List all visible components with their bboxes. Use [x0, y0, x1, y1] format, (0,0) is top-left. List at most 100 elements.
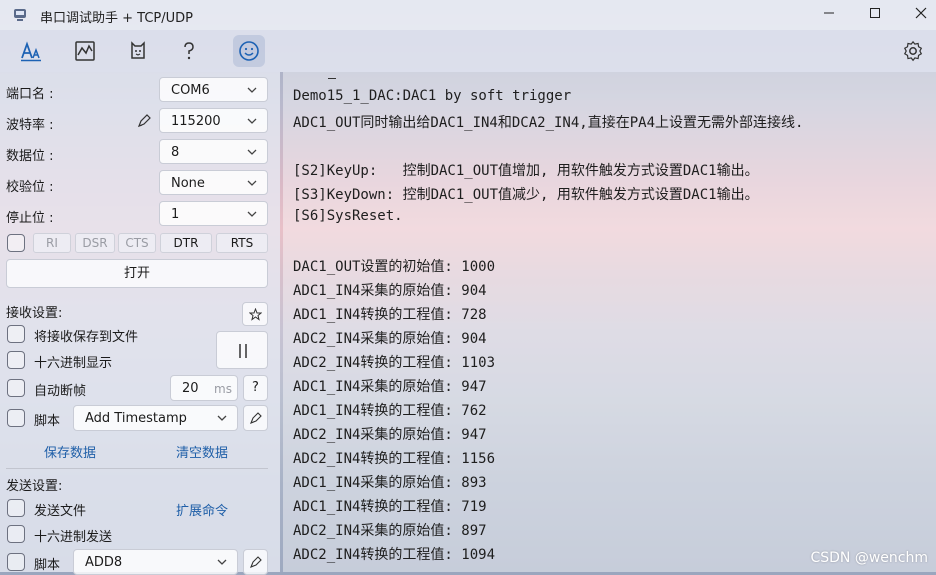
output-line: ADC1_IN4转换的工程值: 762 [293, 403, 487, 419]
chevron-down-icon [217, 415, 227, 421]
font-icon [21, 41, 41, 62]
pause-icon [239, 344, 247, 358]
window-title: 串口调试助手 + TCP/UDP [40, 11, 193, 26]
output-line: ADC2_IN4采集的原始值: 904 [293, 331, 487, 347]
dsr-indicator: DSR [75, 233, 115, 253]
open-port-button[interactable]: 打开 [6, 259, 268, 288]
output-line: ADC2_IN4转换的工程值: 1094 [293, 547, 496, 563]
receive-script-label: 脚本 [34, 414, 61, 429]
port-select[interactable]: COM6 [159, 77, 268, 102]
pet-button[interactable] [122, 35, 154, 67]
save-to-file-checkbox[interactable] [7, 325, 25, 343]
send-script-label: 脚本 [34, 558, 61, 573]
divider [6, 468, 268, 469]
send-script-checkbox[interactable] [7, 553, 25, 571]
frame-timeout-value: 20 [182, 381, 199, 396]
font-button[interactable] [15, 35, 47, 67]
maximize-button[interactable] [852, 4, 898, 26]
hex-send-checkbox[interactable] [7, 525, 25, 543]
ext-command-link[interactable]: 扩展命令 [176, 500, 228, 519]
chevron-down-icon [247, 118, 257, 124]
frame-timeout-input[interactable]: 20 ms [170, 375, 238, 401]
chart-icon [75, 41, 95, 61]
rts-button[interactable]: RTS [216, 233, 268, 253]
save-data-link[interactable]: 保存数据 [44, 442, 96, 461]
app-icon [14, 9, 26, 21]
chevron-down-icon [247, 180, 257, 186]
output-line: [S2]KeyUp: 控制DAC1_OUT值增加, 用软件触发方式设置DAC1输… [293, 163, 759, 179]
help-frame-button[interactable]: ? [243, 375, 268, 401]
stopbits-select[interactable]: 1 [159, 201, 268, 226]
title-bar: 串口调试助手 + TCP/UDP [0, 0, 936, 30]
close-button[interactable] [898, 4, 936, 26]
databits-value: 8 [171, 145, 180, 160]
settings-panel: 端口名 : COM6 波特率 : 115200 数据位 : 8 校验位 : No… [0, 72, 280, 575]
send-script-value: ADD8 [85, 555, 123, 570]
chevron-down-icon [217, 559, 227, 565]
output-line: ADC1_IN4采集的原始值: 947 [293, 379, 487, 395]
gear-icon [903, 40, 923, 62]
dog-icon [131, 41, 145, 59]
text-cursor [328, 78, 336, 79]
send-heading: 发送设置: [6, 479, 63, 494]
clear-data-link[interactable]: 清空数据 [176, 442, 228, 461]
baud-select[interactable]: 115200 [159, 108, 268, 133]
help-icon [184, 42, 194, 60]
auto-frame-checkbox[interactable] [7, 379, 25, 397]
output-line: ADC2_IN4采集的原始值: 897 [293, 523, 487, 539]
maximize-icon [870, 8, 880, 18]
output-line: Demo15_1_DAC:DAC1 by soft trigger [293, 88, 572, 104]
edit-receive-script-button[interactable] [243, 405, 268, 431]
dtr-button[interactable]: DTR [160, 233, 212, 253]
receive-script-select[interactable]: Add Timestamp [73, 405, 238, 431]
frame-timeout-unit: ms [214, 382, 232, 396]
edit-send-script-button[interactable] [243, 549, 268, 575]
baud-value: 115200 [171, 114, 221, 129]
hex-display-label: 十六进制显示 [34, 356, 113, 371]
output-line: ADC1_IN4采集的原始值: 904 [293, 283, 487, 299]
chevron-down-icon [247, 87, 257, 93]
pen-icon [250, 556, 262, 568]
parity-select[interactable]: None [159, 170, 268, 195]
chart-button[interactable] [69, 35, 101, 67]
pause-button[interactable] [216, 331, 268, 369]
smile-icon [239, 41, 259, 61]
ri-indicator: RI [33, 233, 71, 253]
output-line: ADC2_IN4采集的原始值: 947 [293, 427, 487, 443]
stopbits-value: 1 [171, 207, 180, 222]
receive-script-checkbox[interactable] [7, 409, 25, 427]
settings-button[interactable] [897, 35, 929, 67]
watermark: CSDN @wenchm [810, 550, 928, 566]
pen-icon[interactable] [136, 113, 152, 129]
output-line: ADC1_IN4采集的原始值: 893 [293, 475, 487, 491]
toolbar [0, 30, 936, 72]
minimize-button[interactable] [806, 4, 852, 26]
cts-indicator: CTS [118, 233, 156, 253]
receive-heading: 接收设置: [6, 306, 63, 321]
output-line: ADC1_OUT同时输出给DAC1_IN4和DCA2_IN4,直接在PA4上设置… [293, 115, 804, 131]
output-line: DAC1_OUT设置的初始值: 1000 [293, 259, 496, 275]
hex-display-checkbox[interactable] [7, 351, 25, 369]
flow-control-checkbox[interactable] [7, 234, 25, 252]
send-script-select[interactable]: ADD8 [73, 549, 238, 575]
output-line: ADC1_IN4转换的工程值: 719 [293, 499, 487, 515]
send-file-checkbox[interactable] [7, 499, 25, 517]
pen-icon [250, 412, 262, 424]
star-icon [249, 308, 262, 321]
favorite-button[interactable] [242, 302, 268, 326]
databits-select[interactable]: 8 [159, 139, 268, 164]
close-icon [915, 7, 927, 19]
receive-script-value: Add Timestamp [85, 411, 187, 426]
output-line: ADC2_IN4转换的工程值: 1103 [293, 355, 496, 371]
help-button[interactable] [173, 35, 205, 67]
output-line: ADC1_IN4转换的工程值: 728 [293, 307, 487, 323]
port-label: 端口名 : [6, 87, 54, 102]
chevron-down-icon [247, 211, 257, 217]
minimize-icon [824, 12, 834, 14]
auto-frame-label: 自动断帧 [34, 384, 87, 399]
theme-button[interactable] [233, 35, 265, 67]
receive-output[interactable]: Demo15_1_DAC:DAC1 by soft trigger ADC1_OU… [283, 72, 936, 572]
output-line: [S3]KeyDown: 控制DAC1_OUT值减少, 用软件触发方式设置DAC… [293, 187, 759, 203]
parity-value: None [171, 176, 205, 191]
save-to-file-label: 将接收保存到文件 [34, 330, 139, 345]
